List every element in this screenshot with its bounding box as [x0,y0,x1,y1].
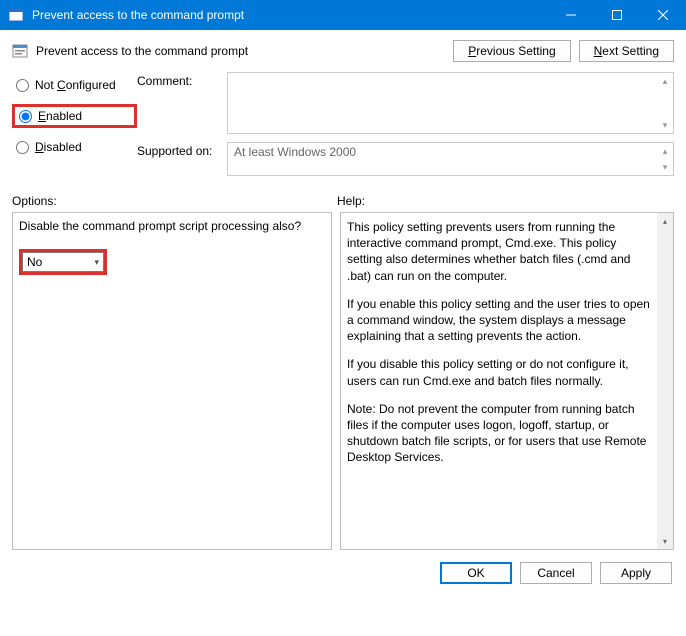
radio-enabled-label: Enabled [38,109,82,123]
help-paragraph: Note: Do not prevent the computer from r… [347,401,653,466]
scroll-down-icon[interactable]: ▾ [659,119,671,131]
policy-icon [12,43,28,59]
app-icon [8,7,24,23]
radio-not-configured[interactable]: Not Configured [12,76,137,94]
radio-enabled[interactable]: Enabled [12,104,137,128]
help-section-label: Help: [337,194,365,208]
scroll-up-icon[interactable]: ▴ [659,145,671,157]
help-panel: This policy setting prevents users from … [340,212,674,550]
help-scrollbar[interactable]: ▴ ▾ [657,213,673,549]
next-setting-button[interactable]: Next Setting [579,40,674,62]
minimize-button[interactable] [548,0,594,30]
help-paragraph: This policy setting prevents users from … [347,219,653,284]
select-value: No [27,255,42,269]
supported-label: Supported on: [137,142,227,176]
scroll-down-icon[interactable]: ▾ [659,161,671,173]
help-paragraph: If you enable this policy setting and th… [347,296,653,345]
scroll-up-icon[interactable]: ▴ [659,75,671,87]
comment-label: Comment: [137,72,227,134]
dialog-header: Prevent access to the command prompt Pre… [12,40,674,62]
apply-button[interactable]: Apply [600,562,672,584]
maximize-button[interactable] [594,0,640,30]
supported-on-value: At least Windows 2000 [234,145,356,159]
window-title: Prevent access to the command prompt [32,8,548,22]
comment-textarea[interactable]: ▴ ▾ [227,72,674,134]
disable-script-select[interactable]: No ▾ [22,252,104,272]
radio-enabled-input[interactable] [19,110,32,123]
radio-disabled[interactable]: Disabled [12,138,137,156]
radio-disabled-label: Disabled [35,140,82,154]
policy-title: Prevent access to the command prompt [36,44,453,58]
supported-on-field: At least Windows 2000 ▴ ▾ [227,142,674,176]
options-section-label: Options: [12,194,337,208]
radio-disabled-input[interactable] [16,141,29,154]
scroll-up-icon[interactable]: ▴ [657,213,673,229]
titlebar: Prevent access to the command prompt [0,0,686,30]
help-paragraph: If you disable this policy setting or do… [347,356,653,388]
ok-button[interactable]: OK [440,562,512,584]
close-button[interactable] [640,0,686,30]
option-question: Disable the command prompt script proces… [19,219,325,233]
radio-not-configured-input[interactable] [16,79,29,92]
previous-setting-button[interactable]: Previous Setting [453,40,570,62]
scroll-down-icon[interactable]: ▾ [657,533,673,549]
scrollbar-track[interactable] [657,229,673,533]
help-text: This policy setting prevents users from … [347,219,667,465]
cancel-button[interactable]: Cancel [520,562,592,584]
state-radio-group: Not Configured Enabled Disabled [12,72,137,184]
options-panel: Disable the command prompt script proces… [12,212,332,550]
chevron-down-icon: ▾ [94,257,99,268]
dialog-footer: OK Cancel Apply [12,562,674,584]
radio-not-configured-label: Not Configured [35,78,116,92]
